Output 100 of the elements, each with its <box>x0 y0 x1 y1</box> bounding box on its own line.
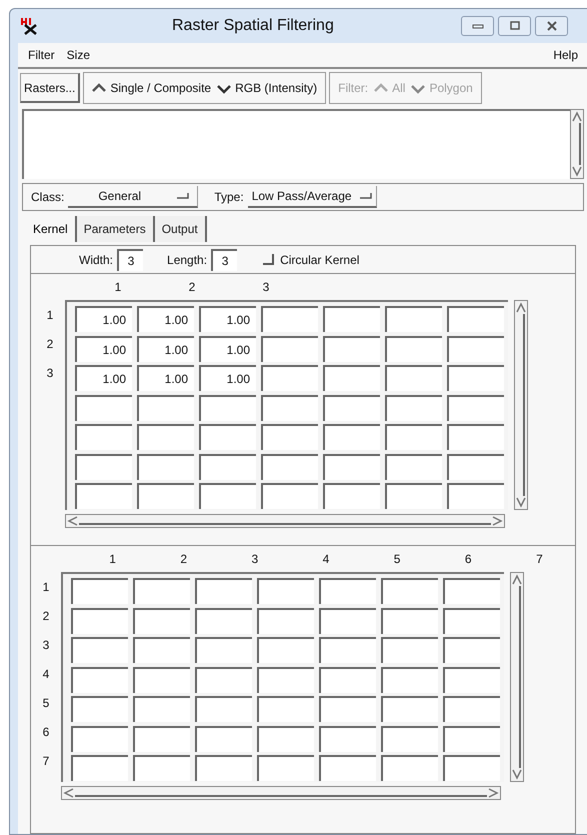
output-cell[interactable] <box>443 608 500 634</box>
output-cell[interactable] <box>71 578 128 604</box>
kernel-cell[interactable] <box>385 306 442 332</box>
output-cell[interactable] <box>133 608 190 634</box>
kernel-cell[interactable] <box>137 424 194 450</box>
kernel-cell[interactable]: 1.00 <box>137 306 194 332</box>
vertical-scrollbar[interactable] <box>514 300 528 510</box>
output-cell[interactable] <box>71 696 128 722</box>
kernel-cell[interactable] <box>261 454 318 480</box>
output-cell[interactable] <box>133 726 190 752</box>
output-cell[interactable] <box>381 696 438 722</box>
output-cell[interactable] <box>71 726 128 752</box>
kernel-cell[interactable] <box>323 424 380 450</box>
type-dropdown[interactable]: Low Pass/Average <box>248 186 377 208</box>
kernel-cell[interactable] <box>323 483 380 510</box>
kernel-cell[interactable] <box>137 394 194 421</box>
output-cell[interactable] <box>381 608 438 634</box>
output-cell[interactable] <box>319 608 376 634</box>
vertical-scrollbar[interactable] <box>570 109 584 179</box>
mode-radio[interactable]: Single / Composite <box>92 79 212 97</box>
kernel-cell[interactable] <box>75 454 132 480</box>
kernel-cell[interactable] <box>137 483 194 510</box>
kernel-cell[interactable] <box>385 454 442 480</box>
kernel-cell[interactable] <box>199 483 256 510</box>
horizontal-scrollbar[interactable] <box>61 786 501 800</box>
output-cell[interactable] <box>443 578 500 604</box>
output-cell[interactable] <box>443 755 500 782</box>
output-cell[interactable] <box>195 755 252 782</box>
menu-item[interactable]: Help <box>553 46 578 64</box>
kernel-cell[interactable] <box>323 306 380 332</box>
kernel-cell[interactable]: 1.00 <box>137 336 194 362</box>
width-field[interactable]: 3 <box>117 248 144 270</box>
kernel-cell[interactable]: 1.00 <box>75 306 132 332</box>
output-cell[interactable] <box>195 608 252 634</box>
output-cell[interactable] <box>195 637 252 664</box>
output-cell[interactable] <box>381 578 438 604</box>
output-cell[interactable] <box>443 726 500 752</box>
output-cell[interactable] <box>257 637 314 664</box>
kernel-cell[interactable] <box>385 336 442 362</box>
menu-item[interactable]: Size <box>66 46 90 64</box>
output-cell[interactable] <box>319 578 376 604</box>
kernel-cell[interactable] <box>261 424 318 450</box>
kernel-cell[interactable] <box>323 365 380 392</box>
output-cell[interactable] <box>319 666 376 693</box>
kernel-cell[interactable] <box>137 454 194 480</box>
output-cell[interactable] <box>381 666 438 693</box>
vertical-scrollbar[interactable] <box>510 572 524 782</box>
kernel-cell[interactable] <box>323 336 380 362</box>
class-dropdown[interactable]: General <box>68 186 198 208</box>
kernel-cell[interactable] <box>447 483 504 510</box>
kernel-cell[interactable] <box>199 394 256 421</box>
output-cell[interactable] <box>381 755 438 782</box>
horizontal-scrollbar[interactable] <box>65 514 505 528</box>
close-button[interactable] <box>535 16 568 36</box>
kernel-cell[interactable] <box>447 424 504 450</box>
text-area[interactable] <box>22 109 570 179</box>
kernel-cell[interactable]: 1.00 <box>137 365 194 392</box>
output-cell[interactable] <box>71 666 128 693</box>
kernel-cell[interactable] <box>75 424 132 450</box>
output-cell[interactable] <box>381 637 438 664</box>
output-cell[interactable] <box>195 578 252 604</box>
length-field[interactable]: 3 <box>211 248 238 270</box>
menu-item[interactable]: Filter <box>28 46 55 64</box>
output-cell[interactable] <box>319 755 376 782</box>
output-cell[interactable] <box>443 696 500 722</box>
output-cell[interactable] <box>195 666 252 693</box>
kernel-cell[interactable] <box>75 483 132 510</box>
output-cell[interactable] <box>381 726 438 752</box>
output-cell[interactable] <box>257 608 314 634</box>
kernel-cell[interactable] <box>447 365 504 392</box>
maximize-button[interactable] <box>498 16 531 36</box>
output-cell[interactable] <box>133 755 190 782</box>
kernel-cell[interactable]: 1.00 <box>75 336 132 362</box>
output-cell[interactable] <box>195 726 252 752</box>
output-cell[interactable] <box>133 696 190 722</box>
output-cell[interactable] <box>319 637 376 664</box>
output-cell[interactable] <box>443 666 500 693</box>
kernel-cell[interactable] <box>199 424 256 450</box>
output-cell[interactable] <box>257 696 314 722</box>
kernel-cell[interactable] <box>261 365 318 392</box>
output-cell[interactable] <box>257 666 314 693</box>
kernel-cell[interactable] <box>323 454 380 480</box>
kernel-cell[interactable] <box>447 394 504 421</box>
output-cell[interactable] <box>257 755 314 782</box>
kernel-cell[interactable] <box>385 483 442 510</box>
output-cell[interactable] <box>195 696 252 722</box>
output-cell[interactable] <box>257 578 314 604</box>
kernel-cell[interactable] <box>447 454 504 480</box>
kernel-cell[interactable] <box>385 424 442 450</box>
kernel-cell[interactable] <box>261 336 318 362</box>
output-cell[interactable] <box>71 755 128 782</box>
output-cell[interactable] <box>257 726 314 752</box>
output-cell[interactable] <box>133 578 190 604</box>
kernel-cell[interactable] <box>447 336 504 362</box>
kernel-cell[interactable] <box>199 454 256 480</box>
kernel-cell[interactable]: 1.00 <box>199 336 256 362</box>
output-cell[interactable] <box>319 726 376 752</box>
kernel-cell[interactable]: 1.00 <box>199 306 256 332</box>
tab[interactable]: Parameters <box>76 216 155 242</box>
kernel-cell[interactable] <box>385 365 442 392</box>
